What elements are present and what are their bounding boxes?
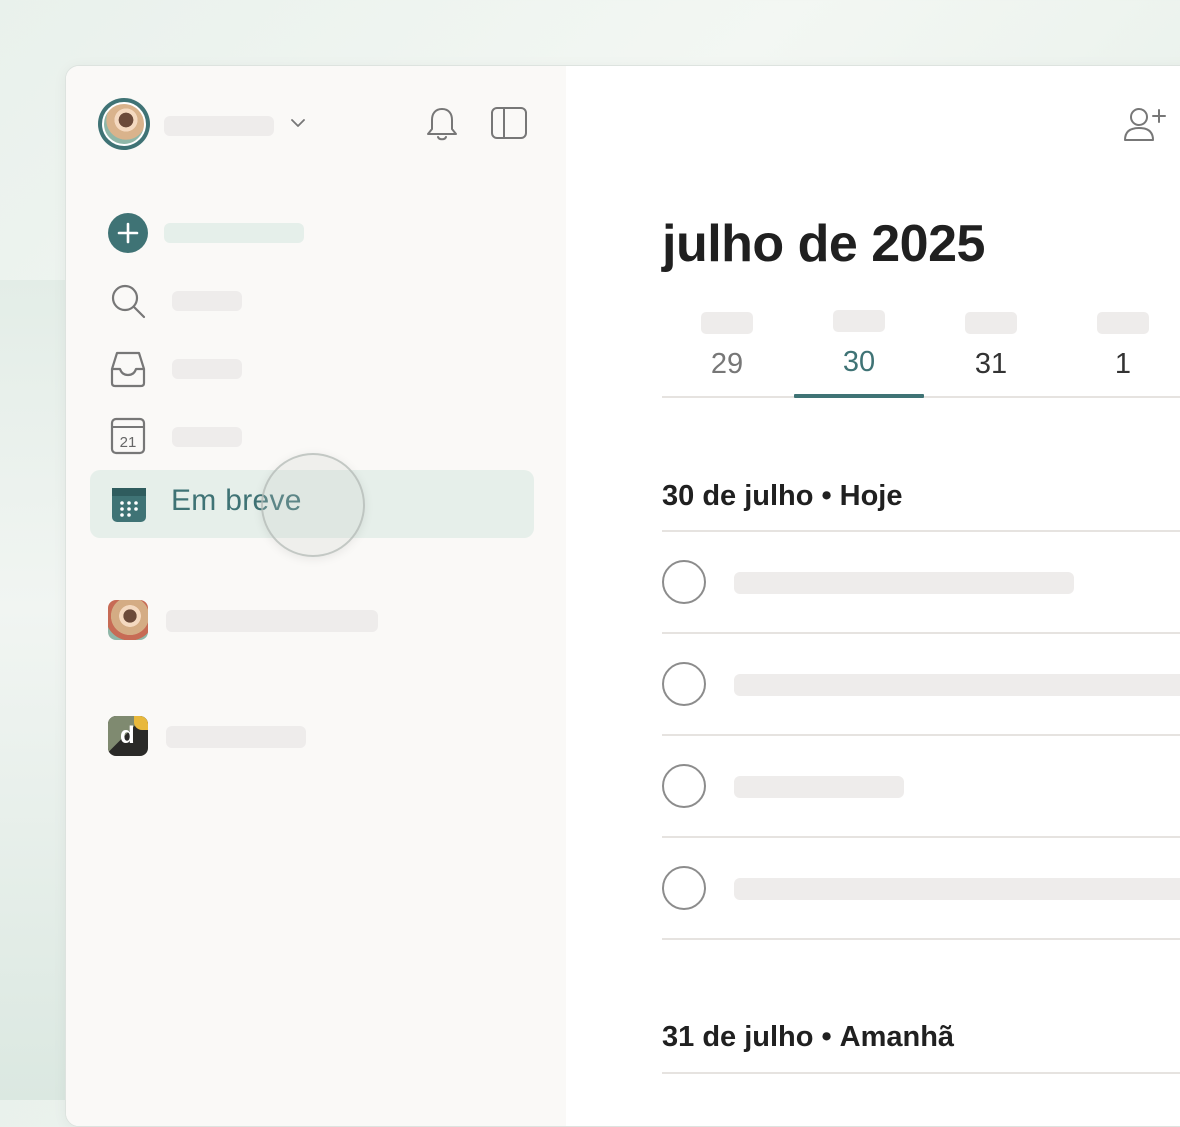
add-person-icon[interactable] xyxy=(1121,104,1167,144)
task-checkbox[interactable] xyxy=(662,560,706,604)
weekday-placeholder xyxy=(965,312,1017,334)
day-number: 29 xyxy=(710,348,744,380)
chevron-down-icon[interactable] xyxy=(291,116,305,130)
section-label: Amanhã xyxy=(839,1021,955,1053)
task-title-placeholder[interactable] xyxy=(734,572,1074,594)
team-name-placeholder[interactable] xyxy=(166,726,306,748)
section-divider xyxy=(662,1072,1180,1074)
task-checkbox[interactable] xyxy=(662,662,706,706)
calendar-day-number: 21 xyxy=(120,434,137,451)
section-separator: • xyxy=(821,480,832,512)
weekday-placeholder xyxy=(701,312,753,334)
section-header-today: 30 de julho • Hoje xyxy=(662,480,902,513)
sidebar-layout-icon[interactable] xyxy=(490,106,528,140)
cursor-highlight xyxy=(261,453,365,557)
week-day-1[interactable]: 1 xyxy=(1058,312,1180,381)
user-name-placeholder[interactable] xyxy=(164,116,274,136)
logo-letter: d xyxy=(120,722,135,749)
inbox-icon[interactable] xyxy=(108,349,148,389)
avatar-image xyxy=(102,102,146,146)
week-day-29[interactable]: 29 xyxy=(662,312,792,381)
section-separator: • xyxy=(821,1021,832,1053)
inbox-label-placeholder[interactable] xyxy=(172,359,242,379)
task-divider xyxy=(662,734,1180,736)
day-number: 1 xyxy=(1114,348,1132,380)
weekday-placeholder xyxy=(1097,312,1149,334)
search-icon[interactable] xyxy=(108,281,148,321)
project-avatar[interactable] xyxy=(108,600,148,640)
section-header-tomorrow: 31 de julho • Amanhã xyxy=(662,1021,954,1054)
week-day-31[interactable]: 31 xyxy=(926,312,1056,381)
main-panel: julho de 2025 29 30 31 1 30 de julho • Hoj… xyxy=(566,66,1180,1126)
calendar-today-icon[interactable]: 21 xyxy=(108,416,148,456)
task-divider xyxy=(662,836,1180,838)
user-avatar[interactable] xyxy=(98,98,150,150)
project-name-placeholder[interactable] xyxy=(166,610,378,632)
day-number: 31 xyxy=(974,348,1008,380)
background-decoration xyxy=(0,280,70,1100)
week-day-30[interactable]: 30 xyxy=(794,310,924,379)
page-title: julho de 2025 xyxy=(662,215,985,273)
add-task-label-placeholder[interactable] xyxy=(164,223,304,243)
section-date: 30 de julho xyxy=(662,480,814,512)
add-task-button[interactable] xyxy=(108,213,148,253)
bell-icon[interactable] xyxy=(424,104,460,144)
section-label: Hoje xyxy=(839,480,903,512)
today-label-placeholder[interactable] xyxy=(172,427,242,447)
sidebar: 21 Em breve d xyxy=(66,66,566,1126)
task-title-placeholder[interactable] xyxy=(734,776,904,798)
section-divider xyxy=(662,530,1180,532)
section-date: 31 de julho xyxy=(662,1021,814,1053)
day-number: 30 xyxy=(842,346,876,378)
task-divider xyxy=(662,938,1180,940)
selected-day-indicator xyxy=(794,394,924,398)
app-window: 21 Em breve d julho de 2025 29 30 31 1 3… xyxy=(65,65,1180,1127)
task-divider xyxy=(662,632,1180,634)
task-title-placeholder[interactable] xyxy=(734,878,1180,900)
logo-dot xyxy=(134,716,148,730)
search-label-placeholder[interactable] xyxy=(172,291,242,311)
task-checkbox[interactable] xyxy=(662,764,706,808)
task-checkbox[interactable] xyxy=(662,866,706,910)
weekday-placeholder xyxy=(833,310,885,332)
calendar-upcoming-icon xyxy=(112,488,146,522)
team-logo-icon[interactable]: d xyxy=(108,716,148,756)
task-title-placeholder[interactable] xyxy=(734,674,1180,696)
plus-icon xyxy=(117,222,139,244)
